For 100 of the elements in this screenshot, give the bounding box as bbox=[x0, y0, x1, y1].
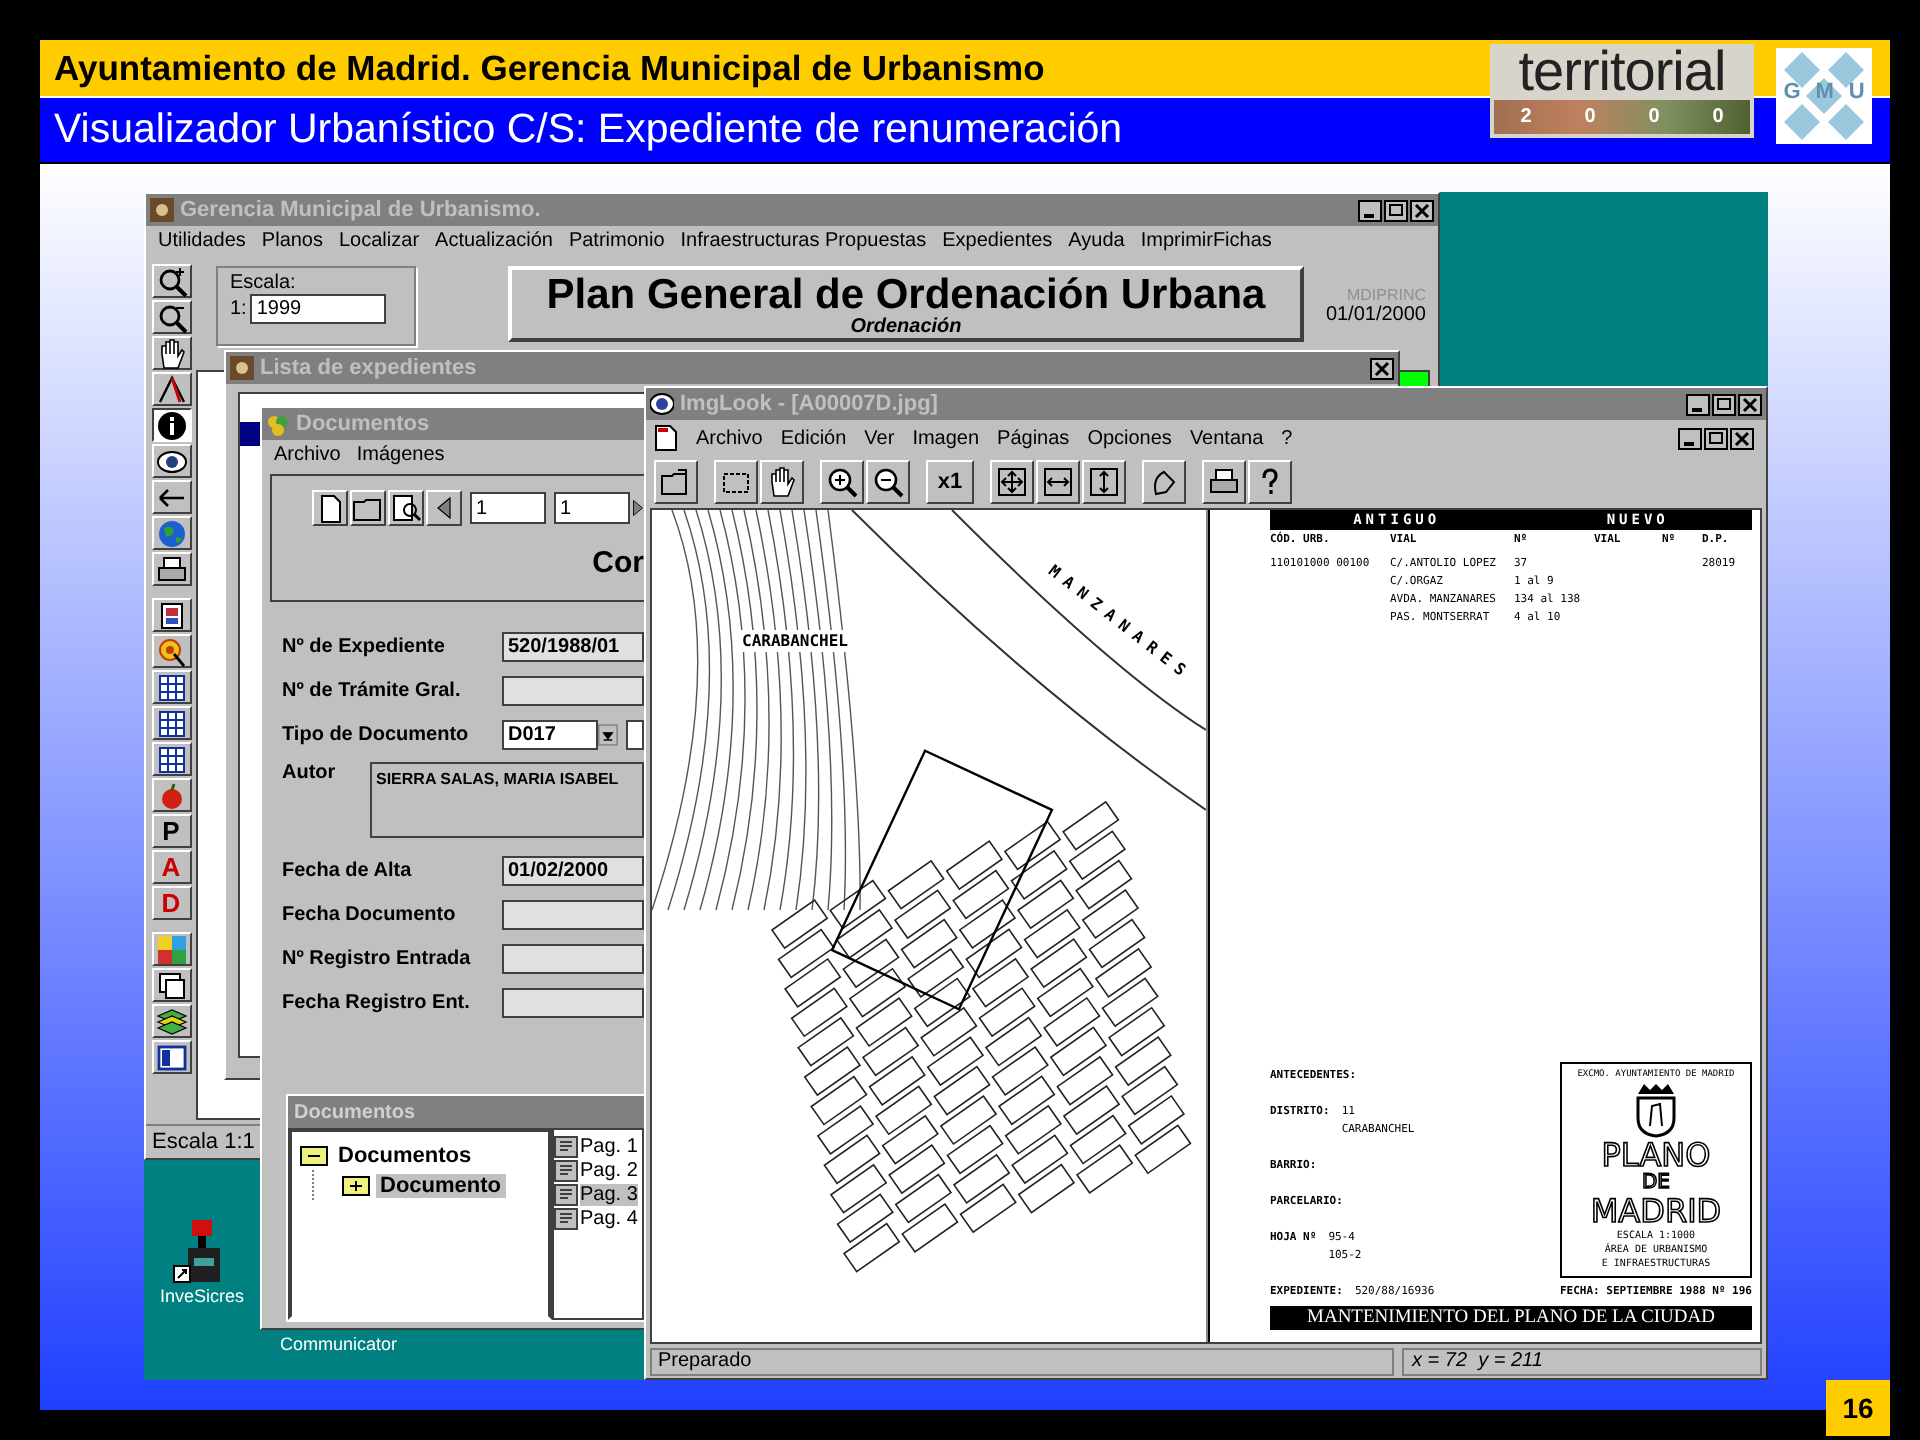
window-title: Gerencia Municipal de Urbanismo. bbox=[180, 198, 543, 222]
menu-item[interactable]: Ayuda bbox=[1068, 230, 1125, 252]
close-icon[interactable] bbox=[1730, 427, 1754, 449]
menu-item[interactable]: Archivo bbox=[696, 427, 763, 449]
logo-letter: G bbox=[1783, 80, 1801, 104]
logo-letter: M bbox=[1815, 80, 1834, 104]
eye-icon[interactable] bbox=[155, 445, 187, 477]
field-label: Fecha Documento bbox=[282, 903, 458, 925]
text-field[interactable] bbox=[502, 987, 644, 1017]
open-folder-icon[interactable] bbox=[660, 466, 692, 498]
banner-subtitle: Ordenación bbox=[850, 318, 962, 338]
logo-digit: 2 bbox=[1520, 106, 1532, 128]
field-label: Tipo de Documento bbox=[282, 723, 471, 745]
window-icon[interactable] bbox=[155, 969, 187, 1001]
menu-item[interactable]: Actualización bbox=[435, 230, 553, 252]
panel-icon[interactable] bbox=[155, 1041, 187, 1073]
tree-item[interactable]: Documento bbox=[376, 1173, 505, 1197]
color-grid-icon[interactable] bbox=[155, 933, 187, 965]
slide-title: Ayuntamiento de Madrid. Gerencia Municipal de Urbanismo bbox=[54, 47, 1045, 89]
field-label: Nº de Trámite Gral. bbox=[282, 679, 463, 701]
text-field[interactable] bbox=[502, 943, 644, 973]
document-icon bbox=[654, 424, 678, 452]
menu-item[interactable]: Ventana bbox=[1189, 427, 1264, 449]
logo-letter: U bbox=[1848, 80, 1865, 104]
zoom-out-icon[interactable] bbox=[155, 301, 187, 333]
field-label: Fecha de Alta bbox=[282, 859, 414, 881]
zoom-out-icon[interactable] bbox=[872, 466, 904, 498]
printer-icon[interactable] bbox=[1208, 466, 1240, 498]
close-icon[interactable] bbox=[1410, 199, 1434, 221]
tool-button[interactable]: P bbox=[151, 814, 191, 848]
menu-item[interactable]: Patrimonio bbox=[568, 230, 665, 252]
layers-icon[interactable] bbox=[155, 1005, 187, 1037]
menu-item[interactable]: ? bbox=[1281, 427, 1293, 449]
page-item[interactable]: Pag. 1 bbox=[580, 1135, 638, 1157]
globe-icon[interactable] bbox=[155, 517, 187, 549]
pointer-icon[interactable] bbox=[155, 373, 187, 405]
desktop-icon-label[interactable]: InveSicres bbox=[160, 1286, 245, 1306]
text-field[interactable] bbox=[625, 719, 644, 749]
printer-icon[interactable] bbox=[155, 553, 187, 585]
zoom-in-icon[interactable] bbox=[155, 265, 187, 297]
maximize-icon[interactable] bbox=[1712, 393, 1736, 415]
text-field[interactable]: 01/02/2000 bbox=[502, 855, 644, 885]
app-icon bbox=[150, 198, 174, 222]
window-title: Lista de expedientes bbox=[260, 356, 479, 380]
fit-width-icon[interactable] bbox=[1042, 466, 1074, 498]
menu-item[interactable]: Imagen bbox=[912, 427, 980, 449]
menu-item[interactable]: Localizar bbox=[339, 230, 420, 252]
menu-item[interactable]: Imágenes bbox=[356, 444, 445, 466]
close-icon[interactable] bbox=[1370, 357, 1394, 379]
hand-icon[interactable] bbox=[155, 337, 187, 369]
minimize-icon[interactable] bbox=[1358, 199, 1382, 221]
close-icon[interactable] bbox=[1738, 393, 1762, 415]
target-icon[interactable] bbox=[155, 635, 187, 667]
zoom-actual-button[interactable]: x1 bbox=[926, 460, 974, 504]
page-field[interactable]: 1 bbox=[470, 492, 546, 524]
grid-icon[interactable] bbox=[155, 707, 187, 739]
page-item[interactable]: Pag. 2 bbox=[580, 1159, 638, 1181]
menu-item[interactable]: Edición bbox=[780, 427, 847, 449]
scale-field[interactable]: 1999 bbox=[250, 294, 387, 324]
field-label: Nº de Expediente bbox=[282, 635, 447, 657]
coordinates-readout: x = 72 y = 211 bbox=[1402, 1347, 1762, 1375]
page-field[interactable]: 1 bbox=[554, 492, 630, 524]
rotate-icon[interactable] bbox=[1148, 466, 1180, 498]
app-icon bbox=[266, 412, 290, 436]
zoom-in-icon[interactable] bbox=[826, 466, 858, 498]
info-icon[interactable] bbox=[155, 409, 187, 441]
menu-item[interactable]: Páginas bbox=[997, 427, 1070, 449]
minimize-icon[interactable] bbox=[1686, 393, 1710, 415]
text-field[interactable]: D017 bbox=[502, 719, 598, 749]
menu-item[interactable]: Expedientes bbox=[942, 230, 1053, 252]
hand-icon[interactable] bbox=[766, 466, 798, 498]
stack-icon[interactable] bbox=[155, 599, 187, 631]
dropdown-icon[interactable] bbox=[598, 719, 618, 749]
menu-item[interactable]: Planos bbox=[261, 230, 323, 252]
menu-item[interactable]: Infraestructuras Propuestas bbox=[680, 230, 927, 252]
menu-item[interactable]: Opciones bbox=[1087, 427, 1172, 449]
menu-item[interactable]: Utilidades bbox=[158, 230, 246, 252]
maximize-icon[interactable] bbox=[1384, 199, 1408, 221]
fit-page-icon[interactable] bbox=[996, 466, 1028, 498]
stamp-title: MADRID bbox=[1590, 1196, 1722, 1228]
grid-icon[interactable] bbox=[155, 743, 187, 775]
maximize-icon[interactable] bbox=[1704, 427, 1728, 449]
menu-item[interactable]: ImprimirFichas bbox=[1140, 230, 1272, 252]
menu-item[interactable]: Ver bbox=[864, 427, 895, 449]
text-field[interactable] bbox=[502, 675, 644, 705]
scale-label: Escala: bbox=[230, 272, 298, 294]
minimize-icon[interactable] bbox=[1678, 427, 1702, 449]
grid-icon[interactable] bbox=[155, 671, 187, 703]
fit-height-icon[interactable] bbox=[1088, 466, 1120, 498]
status-text: Preparado bbox=[650, 1347, 1394, 1375]
text-field[interactable]: 520/1988/01 bbox=[502, 631, 644, 661]
page-item[interactable]: Pag. 4 bbox=[580, 1207, 638, 1229]
text-area[interactable]: SIERRA SALAS, MARIA ISABEL bbox=[370, 762, 644, 838]
preview-icon[interactable] bbox=[390, 492, 422, 524]
desktop-icon-label[interactable]: Communicator bbox=[280, 1334, 398, 1354]
menu-item[interactable]: Archivo bbox=[274, 444, 341, 466]
page-item[interactable]: Pag. 3 bbox=[580, 1183, 638, 1205]
date-label: 01/01/2000 bbox=[1325, 304, 1426, 326]
text-field[interactable] bbox=[502, 899, 644, 929]
app-icon bbox=[230, 356, 254, 380]
